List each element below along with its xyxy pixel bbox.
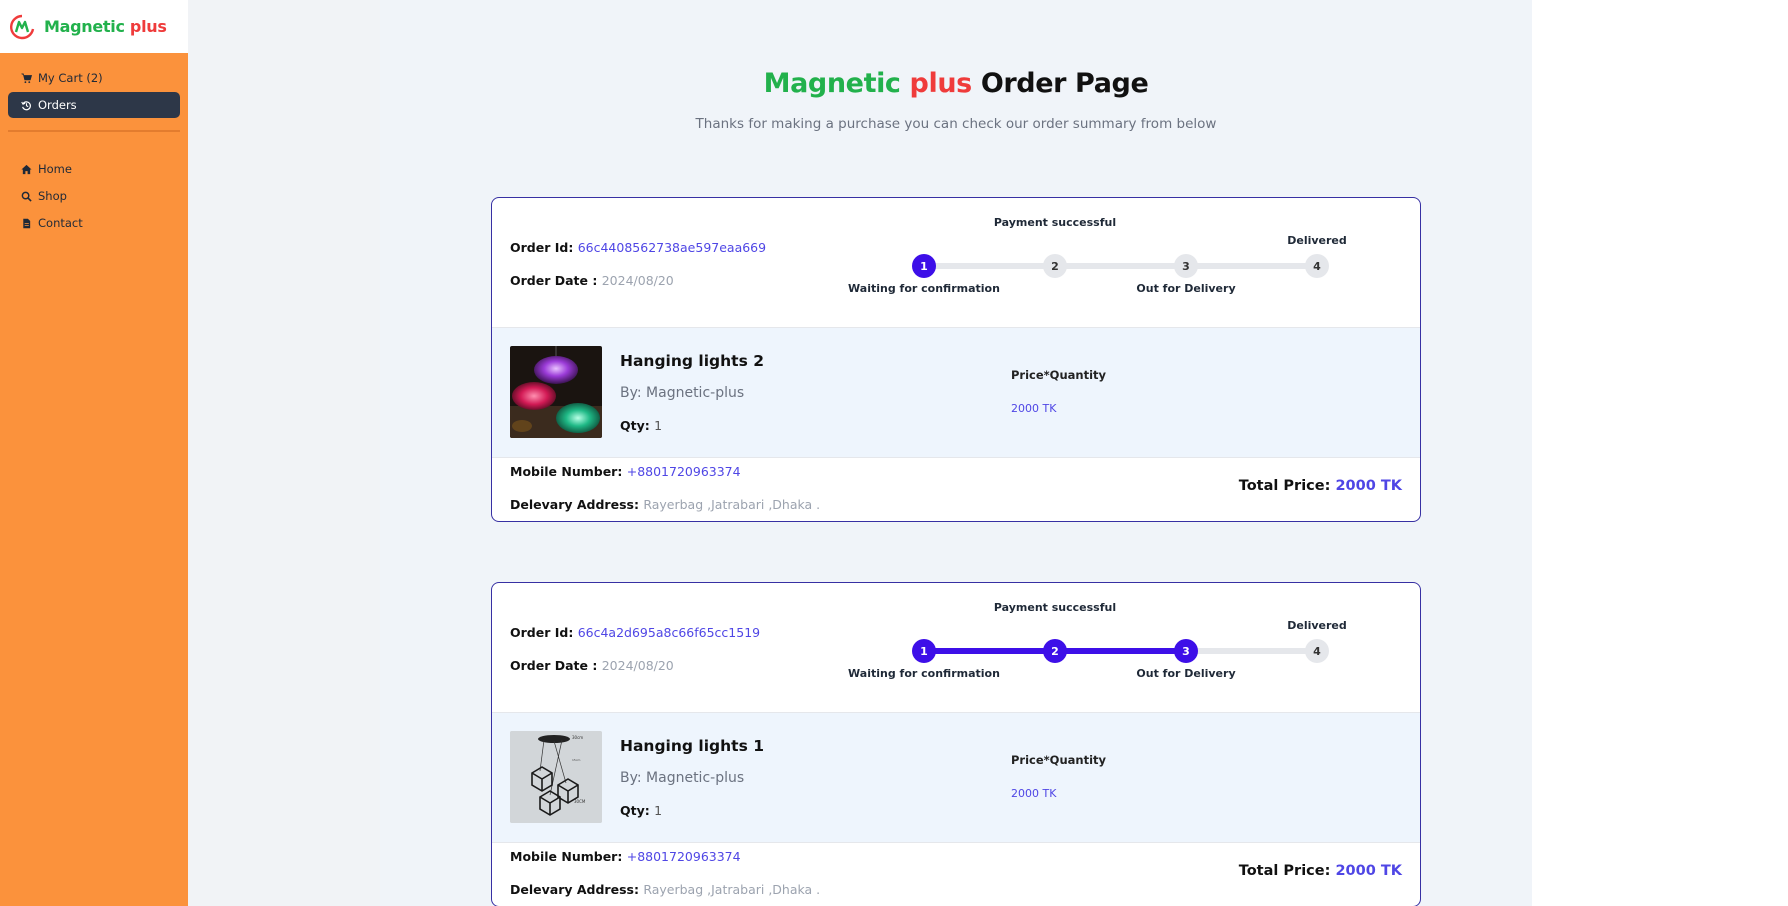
product-image[interactable] — [510, 346, 602, 438]
step-3: 3 — [1174, 639, 1198, 663]
sidebar-item-label: Contact — [38, 216, 83, 230]
sidebar-item-contact[interactable]: Contact — [8, 210, 180, 236]
address-value: Rayerbag ,Jatrabari ,Dhaka . — [643, 497, 821, 512]
mobile-value: +8801720963374 — [626, 464, 741, 479]
order-footer: Mobile Number: +8801720963374 Delevary A… — [492, 842, 1420, 906]
sidebar-item-label: My Cart (2) — [38, 71, 103, 85]
total-price: Total Price: 2000 TK — [1238, 863, 1402, 879]
step-label-out-for-delivery: Out for Delivery — [1136, 282, 1236, 295]
step-label-waiting: Waiting for confirmation — [848, 282, 1000, 295]
right-gutter — [1532, 0, 1788, 906]
address-row: Delevary Address: Rayerbag ,Jatrabari ,D… — [510, 497, 821, 512]
order-id-value: 66c4a2d695a8c66f65cc1519 — [577, 625, 761, 640]
svg-text:30CM: 30CM — [574, 799, 586, 804]
product-qty: Qty: 1 — [620, 418, 663, 433]
home-icon — [20, 163, 32, 175]
product-name[interactable]: Hanging lights 1 — [620, 737, 764, 755]
address-value: Rayerbag ,Jatrabari ,Dhaka . — [643, 882, 821, 897]
total-price: Total Price: 2000 TK — [1238, 478, 1402, 494]
order-id-row: Order Id: 66c4a2d695a8c66f65cc1519 — [510, 625, 761, 640]
step-label-out-for-delivery: Out for Delivery — [1136, 667, 1236, 680]
step-label-payment: Payment successful — [993, 216, 1117, 229]
product-seller: By: Magnetic-plus — [620, 770, 745, 786]
order-header: Order Id: 66c4a2d695a8c66f65cc1519 Order… — [492, 583, 1420, 712]
product-name[interactable]: Hanging lights 2 — [620, 352, 764, 370]
brand-name: Magnetic plus — [44, 17, 167, 36]
brand[interactable]: Magnetic plus — [0, 0, 188, 53]
price-quantity-value: 2000 TK — [1011, 787, 1057, 800]
step-label-payment: Payment successful — [993, 601, 1117, 614]
order-item: Hanging lights 2 By: Magnetic-plus Qty: … — [492, 327, 1420, 457]
sidebar-item-label: Shop — [38, 189, 67, 203]
page-title: Magnetic plus Order Page — [763, 68, 1149, 99]
mobile-row: Mobile Number: +8801720963374 — [510, 849, 741, 864]
sidebar-item-label: Home — [38, 162, 72, 176]
sidebar-item-shop[interactable]: Shop — [8, 183, 180, 209]
sidebar-item-home[interactable]: Home — [8, 156, 180, 182]
product-qty: Qty: 1 — [620, 803, 663, 818]
total-price-value: 2000 TK — [1335, 863, 1402, 879]
document-icon — [20, 217, 32, 229]
svg-text:15cm: 15cm — [572, 758, 580, 762]
order-date-value: 2024/08/20 — [601, 273, 674, 288]
step-2: 2 — [1043, 639, 1067, 663]
order-card: Order Id: 66c4408562738ae597eaa669 Order… — [491, 197, 1421, 522]
order-header: Order Id: 66c4408562738ae597eaa669 Order… — [492, 198, 1420, 327]
price-quantity-label: Price*Quantity — [1011, 368, 1107, 382]
step-1: 1 — [912, 254, 936, 278]
svg-text:30cm: 30cm — [572, 735, 583, 740]
left-gutter — [188, 0, 380, 906]
order-progress: 1 2 3 4 Waiting for confirmation Payment… — [848, 198, 1347, 327]
step-2: 2 — [1043, 254, 1067, 278]
sidebar-nav: My Cart (2) Orders Home Shop Contact — [0, 53, 188, 236]
step-3: 3 — [1174, 254, 1198, 278]
search-icon — [20, 190, 32, 202]
order-footer: Mobile Number: +8801720963374 Delevary A… — [492, 457, 1420, 521]
order-date-row: Order Date : 2024/08/20 — [510, 273, 674, 288]
step-1: 1 — [912, 639, 936, 663]
order-date-row: Order Date : 2024/08/20 — [510, 658, 674, 673]
sidebar-item-label: Orders — [38, 98, 77, 112]
order-id-value: 66c4408562738ae597eaa669 — [577, 240, 767, 255]
order-item: 30cm 15cm 30CM Hanging lights 1 By: Magn… — [492, 712, 1420, 842]
step-label-delivered: Delivered — [1287, 234, 1347, 247]
address-row: Delevary Address: Rayerbag ,Jatrabari ,D… — [510, 882, 821, 897]
price-quantity-value: 2000 TK — [1011, 402, 1057, 415]
history-icon — [20, 99, 32, 111]
step-label-waiting: Waiting for confirmation — [848, 667, 1000, 680]
order-card: Order Id: 66c4a2d695a8c66f65cc1519 Order… — [491, 582, 1421, 906]
order-progress: 1 2 3 4 Waiting for confirmation Payment… — [848, 583, 1347, 712]
progress-track — [924, 263, 1317, 269]
order-id-row: Order Id: 66c4408562738ae597eaa669 — [510, 240, 767, 255]
total-price-value: 2000 TK — [1335, 478, 1402, 494]
page-subtitle: Thanks for making a purchase you can che… — [695, 116, 1217, 132]
sidebar-item-orders[interactable]: Orders — [8, 92, 180, 118]
main-content: Magnetic plus Order Page Thanks for maki… — [380, 0, 1532, 906]
step-label-delivered: Delivered — [1287, 619, 1347, 632]
order-date-value: 2024/08/20 — [601, 658, 674, 673]
product-seller: By: Magnetic-plus — [620, 385, 745, 401]
cart-icon — [20, 72, 32, 84]
mobile-row: Mobile Number: +8801720963374 — [510, 464, 741, 479]
price-quantity-label: Price*Quantity — [1011, 753, 1107, 767]
brand-logo-icon — [10, 14, 35, 39]
sidebar-divider — [8, 130, 180, 132]
product-image[interactable]: 30cm 15cm 30CM — [510, 731, 602, 823]
step-4: 4 — [1305, 639, 1329, 663]
sidebar: Magnetic plus My Cart (2) Orders Home Sh… — [0, 0, 188, 906]
mobile-value: +8801720963374 — [626, 849, 741, 864]
step-4: 4 — [1305, 254, 1329, 278]
sidebar-item-my-cart[interactable]: My Cart (2) — [8, 65, 180, 91]
